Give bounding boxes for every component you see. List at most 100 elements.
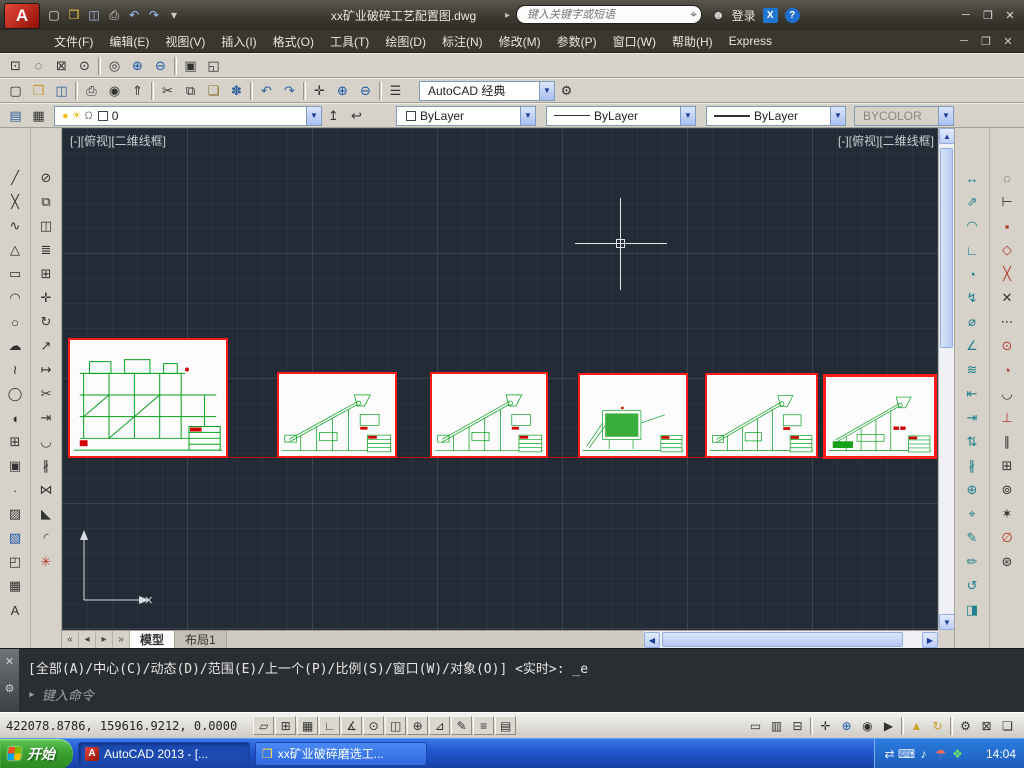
snap-node-icon[interactable]: ⊚ bbox=[994, 478, 1020, 502]
qat-redo-icon[interactable]: ↷ bbox=[144, 5, 164, 25]
search-input[interactable] bbox=[525, 8, 690, 22]
spline-icon[interactable]: ≀ bbox=[2, 358, 28, 382]
command-input[interactable]: 键入命令 bbox=[42, 685, 94, 704]
annotation-autoscale-icon[interactable]: ↻ bbox=[927, 716, 948, 735]
grid-display-icon[interactable]: ▦ bbox=[297, 716, 318, 735]
clean-screen-icon[interactable]: ❏ bbox=[997, 716, 1018, 735]
dimension-space-icon[interactable]: ⇅ bbox=[959, 430, 985, 454]
angular-dimension-icon[interactable]: ∠ bbox=[959, 334, 985, 358]
line-icon[interactable]: ╱ bbox=[2, 166, 28, 190]
menu-item[interactable]: 插入(I) bbox=[213, 30, 264, 53]
close-button[interactable]: ✕ bbox=[1000, 6, 1020, 24]
hatch-icon[interactable]: ▨ bbox=[2, 502, 28, 526]
construction-line-icon[interactable]: ╳ bbox=[2, 190, 28, 214]
zoom-window-icon[interactable]: ⊡ bbox=[4, 55, 27, 76]
ellipse-icon[interactable]: ◯ bbox=[2, 382, 28, 406]
menu-item[interactable]: 标注(N) bbox=[434, 30, 491, 53]
copy-icon[interactable]: ⧉ bbox=[179, 80, 202, 101]
multiline-text-icon[interactable]: A bbox=[2, 598, 28, 622]
taskbar-clock[interactable]: 14:04 bbox=[986, 747, 1016, 761]
customize-command-button[interactable]: ⚙ bbox=[5, 682, 15, 695]
dropdown-arrow-icon[interactable]: ▼ bbox=[306, 107, 321, 125]
dimension-edit-icon[interactable]: ✎ bbox=[959, 526, 985, 550]
color-combo[interactable]: ByLayer ▼ bbox=[396, 106, 536, 126]
zoom-realtime-icon[interactable]: ⊕ bbox=[331, 80, 354, 101]
object-snap-icon[interactable]: ⊙ bbox=[363, 716, 384, 735]
snap-extension-icon[interactable]: ⋯ bbox=[994, 310, 1020, 334]
fillet-icon[interactable]: ◜ bbox=[33, 526, 59, 550]
cut-icon[interactable]: ✂ bbox=[156, 80, 179, 101]
continue-dimension-icon[interactable]: ⇥ bbox=[959, 406, 985, 430]
scroll-up-button[interactable]: ▲ bbox=[939, 128, 955, 144]
redo-icon[interactable]: ↷ bbox=[278, 80, 301, 101]
menu-item[interactable]: 参数(P) bbox=[549, 30, 605, 53]
zoom-object-icon[interactable]: ◎ bbox=[103, 55, 126, 76]
steering-wheel-icon[interactable]: ◉ bbox=[857, 716, 878, 735]
taskbar-item-folder[interactable]: ❒ xx矿业破碎磨选工... bbox=[255, 742, 427, 766]
titlebar-expand-icon[interactable]: ▸ bbox=[505, 10, 510, 21]
scroll-left-button[interactable]: ◀ bbox=[644, 632, 660, 648]
snap-tangent-icon[interactable]: ◡ bbox=[994, 382, 1020, 406]
gradient-icon[interactable]: ▧ bbox=[2, 526, 28, 550]
close-command-button[interactable]: ✕ bbox=[5, 655, 14, 668]
last-tab-button[interactable]: » bbox=[113, 631, 130, 648]
sign-in-button[interactable]: 登录 bbox=[732, 7, 756, 24]
qat-save-icon[interactable]: ◫ bbox=[84, 5, 104, 25]
snap-nearest-icon[interactable]: ✶ bbox=[994, 502, 1020, 526]
autocad-logo-icon[interactable]: A bbox=[4, 3, 40, 29]
linear-dimension-icon[interactable]: ↔ bbox=[959, 166, 985, 190]
menu-item[interactable]: 窗口(W) bbox=[605, 30, 664, 53]
match-properties-icon[interactable]: ✽ bbox=[225, 80, 248, 101]
snap-quadrant-icon[interactable]: ◔ bbox=[994, 358, 1020, 382]
help-icon[interactable]: ? bbox=[785, 8, 800, 23]
paste-icon[interactable]: ❏ bbox=[202, 80, 225, 101]
dynamic-ucs-icon[interactable]: ⊿ bbox=[429, 716, 450, 735]
dropdown-arrow-icon[interactable]: ▼ bbox=[539, 82, 554, 100]
menu-item[interactable]: 视图(V) bbox=[157, 30, 213, 53]
snap-center-icon[interactable]: ⊙ bbox=[994, 334, 1020, 358]
doc-close-button[interactable]: ✕ bbox=[998, 32, 1018, 50]
open-icon[interactable]: ❒ bbox=[27, 80, 50, 101]
jogged-icon[interactable]: ↯ bbox=[959, 286, 985, 310]
diameter-dimension-icon[interactable]: ⌀ bbox=[959, 310, 985, 334]
qat-dropdown-icon[interactable]: ▾ bbox=[164, 5, 184, 25]
vertical-scrollbar[interactable]: ▲ ▼ bbox=[938, 128, 954, 630]
dynamic-input-icon[interactable]: ✎ bbox=[451, 716, 472, 735]
layer-combo[interactable]: ● ☀ Ω 0 ▼ bbox=[54, 106, 322, 126]
menu-item[interactable]: 工具(T) bbox=[322, 30, 377, 53]
scrollbar-track[interactable] bbox=[939, 144, 954, 614]
zoom-previous-icon[interactable]: ⊖ bbox=[354, 80, 377, 101]
object-snap-tracking-icon[interactable]: ⊕ bbox=[407, 716, 428, 735]
plot-icon[interactable]: ⎙ bbox=[80, 80, 103, 101]
quick-view-drawings-icon[interactable]: ⊟ bbox=[787, 716, 808, 735]
snap-midpoint-icon[interactable]: ◇ bbox=[994, 238, 1020, 262]
qat-plot-icon[interactable]: ⎙ bbox=[104, 5, 124, 25]
polyline-icon[interactable]: ∿ bbox=[2, 214, 28, 238]
snap-endpoint-icon[interactable]: ▪ bbox=[994, 214, 1020, 238]
3d-object-snap-icon[interactable]: ◫ bbox=[385, 716, 406, 735]
doc-restore-button[interactable]: ❐ bbox=[976, 32, 996, 50]
model-space-icon[interactable]: ▭ bbox=[745, 716, 766, 735]
lineweight-combo[interactable]: ByLayer ▼ bbox=[706, 106, 846, 126]
viewport-controls-left[interactable]: [-][俯视][二维线框] bbox=[70, 132, 166, 149]
horizontal-scrollbar[interactable]: ◀ ▶ bbox=[644, 631, 938, 649]
tray-volume-icon[interactable]: ♪ bbox=[915, 745, 932, 763]
zoom-scale-icon[interactable]: ⊠ bbox=[50, 55, 73, 76]
zoom-out-icon[interactable]: ⊖ bbox=[149, 55, 172, 76]
dimension-style-icon[interactable]: ◨ bbox=[959, 598, 985, 622]
ortho-mode-icon[interactable]: ∟ bbox=[319, 716, 340, 735]
workspace-combo[interactable]: AutoCAD 经典 ▼ bbox=[419, 81, 555, 101]
snap-mode-icon[interactable]: ⊞ bbox=[275, 716, 296, 735]
offset-icon[interactable]: ≣ bbox=[33, 238, 59, 262]
quick-properties-icon[interactable]: ▤ bbox=[495, 716, 516, 735]
mirror-icon[interactable]: ◫ bbox=[33, 214, 59, 238]
rotate-icon[interactable]: ↻ bbox=[33, 310, 59, 334]
tolerance-icon[interactable]: ⊕ bbox=[959, 478, 985, 502]
drawing-frame-4[interactable] bbox=[578, 373, 688, 458]
drawing-frame-2[interactable] bbox=[277, 372, 397, 458]
snap-insert-icon[interactable]: ⊞ bbox=[994, 454, 1020, 478]
osnap-settings-icon[interactable]: ⊛ bbox=[994, 550, 1020, 574]
snap-parallel-icon[interactable]: ∥ bbox=[994, 430, 1020, 454]
zoom-realtime-icon[interactable]: ⊕ bbox=[836, 716, 857, 735]
dimension-update-icon[interactable]: ↺ bbox=[959, 574, 985, 598]
